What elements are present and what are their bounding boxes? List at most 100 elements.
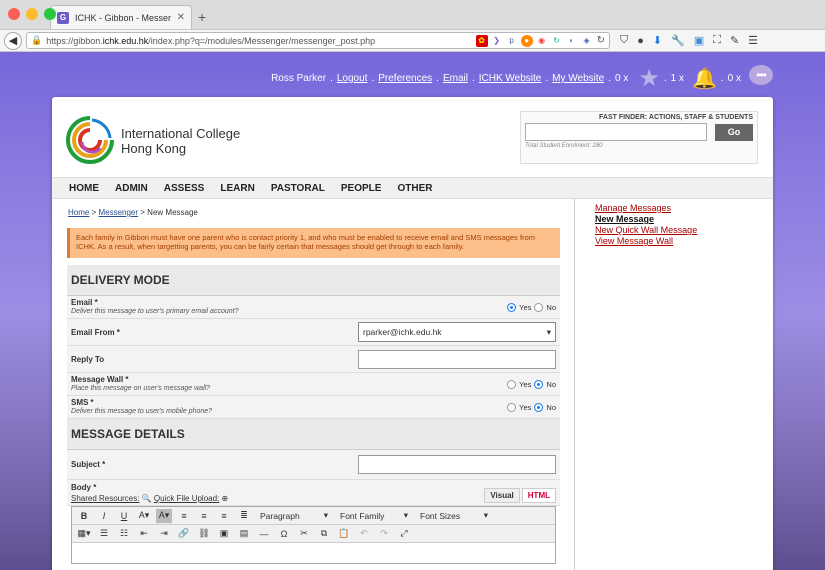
email-link[interactable]: Email	[443, 73, 468, 84]
underline-icon[interactable]: U	[116, 509, 132, 523]
copy-icon[interactable]: ⧉	[316, 527, 332, 541]
eyedropper-icon[interactable]: ✎	[730, 34, 739, 47]
chrome-icon[interactable]: ◉	[536, 35, 548, 47]
star-icon[interactable]: ★	[638, 64, 660, 93]
editor-body[interactable]	[72, 543, 555, 563]
indent-icon[interactable]: ⇥	[156, 527, 172, 541]
tab-visual[interactable]: Visual	[484, 488, 520, 503]
background-color-icon[interactable]: A▾	[156, 508, 172, 523]
pocket-icon[interactable]: ⛉	[620, 34, 628, 47]
finder-go-button[interactable]: Go	[715, 123, 753, 141]
extension-badge-icon[interactable]: ▣	[694, 34, 704, 47]
bold-icon[interactable]: B	[76, 509, 92, 523]
redo-icon[interactable]: ↷	[376, 527, 392, 541]
breadcrumb-home[interactable]: Home	[68, 208, 89, 217]
fullscreen-icon[interactable]: ⤢	[396, 527, 412, 541]
php-icon[interactable]: p	[506, 35, 518, 47]
hk-flag-icon[interactable]: ✿	[475, 34, 488, 47]
sidebar-view-message-wall[interactable]: View Message Wall	[595, 236, 697, 247]
main-content: Home > Messenger > New Message Each fami…	[52, 199, 575, 570]
close-window-button[interactable]	[8, 8, 20, 20]
menu-icon[interactable]: ☰	[748, 34, 758, 47]
bullet-list-icon[interactable]: ☰	[96, 527, 112, 541]
wall-no-radio[interactable]	[534, 379, 544, 389]
paste-icon[interactable]: 📋	[336, 527, 352, 541]
main-card: International College Hong Kong FAST FIN…	[52, 97, 773, 570]
sidebar-quick-wall-message[interactable]: New Quick Wall Message	[595, 225, 697, 236]
minimize-window-button[interactable]	[26, 8, 38, 20]
search-icon[interactable]: 🔍	[142, 494, 152, 503]
sms-yes-radio[interactable]	[507, 402, 517, 412]
crop-icon[interactable]: ⛶	[713, 34, 721, 47]
preferences-link[interactable]: Preferences	[378, 73, 432, 84]
align-left-icon[interactable]: ≡	[176, 509, 192, 523]
text-color-icon[interactable]: A▾	[136, 509, 152, 523]
logout-link[interactable]: Logout	[337, 73, 368, 84]
back-button[interactable]: ◀	[4, 31, 22, 50]
sidebar-manage-messages[interactable]: Manage Messages	[595, 203, 697, 214]
menu-other[interactable]: OTHER	[397, 183, 432, 194]
menu-people[interactable]: PEOPLE	[341, 183, 382, 194]
message-wall-icon[interactable]: •••	[749, 65, 773, 85]
reply-to-label: Reply To	[71, 354, 105, 364]
unlink-icon[interactable]: ⛓	[196, 527, 212, 541]
outdent-icon[interactable]: ⇤	[136, 527, 152, 541]
italic-icon[interactable]: I	[96, 509, 112, 523]
wrench-icon[interactable]: 🔧	[671, 34, 685, 47]
github-icon[interactable]: ●	[637, 35, 644, 47]
wall-yes-radio[interactable]	[507, 379, 517, 389]
ichk-website-link[interactable]: ICHK Website	[479, 73, 542, 84]
mcafee-icon[interactable]: ◈	[581, 35, 593, 47]
my-website-link[interactable]: My Website	[552, 73, 604, 84]
special-char-icon[interactable]: Ω	[276, 527, 292, 541]
image-icon[interactable]: ▣	[216, 527, 232, 541]
browser-tab[interactable]: G ICHK - Gibbon - Messenger ✕	[50, 5, 192, 29]
sidebar-new-message[interactable]: New Message	[595, 214, 697, 225]
media-icon[interactable]: ▤	[236, 527, 252, 541]
theme-icon[interactable]: ◐	[566, 35, 578, 47]
font-family-label: Font Family	[340, 510, 385, 521]
reload-icon[interactable]: ↻	[597, 35, 605, 46]
menu-pastoral[interactable]: PASTORAL	[271, 183, 325, 194]
font-family-select[interactable]: Font Family ▾	[336, 509, 412, 522]
breadcrumb-messenger[interactable]: Messenger	[98, 208, 138, 217]
menu-learn[interactable]: LEARN	[220, 183, 254, 194]
college-logo-icon[interactable]	[62, 112, 118, 168]
align-right-icon[interactable]: ≡	[216, 509, 232, 523]
quick-upload-label: Quick File Upload:	[153, 494, 220, 503]
menu-home[interactable]: HOME	[69, 183, 99, 194]
numbered-list-icon[interactable]: ☷	[116, 527, 132, 541]
email-description: Deliver this message to user's primary e…	[71, 308, 239, 315]
email-from-select[interactable]: rparker@ichk.edu.hk ▾	[358, 322, 556, 342]
tab-html[interactable]: HTML	[521, 488, 556, 503]
align-justify-icon[interactable]: ≣	[236, 509, 252, 523]
link-icon[interactable]: 🔗	[176, 527, 192, 541]
reload-ext-icon[interactable]: ↻	[551, 35, 563, 47]
phpstorm-icon[interactable]: ❯	[491, 35, 503, 47]
email-yes-radio[interactable]	[507, 302, 517, 312]
close-tab-icon[interactable]: ✕	[177, 12, 185, 23]
font-sizes-select[interactable]: Font Sizes ▾	[416, 509, 492, 522]
add-file-icon[interactable]: ⊕	[222, 494, 229, 503]
college-line-2: Hong Kong	[121, 141, 187, 156]
paragraph-select[interactable]: Paragraph ▾	[256, 509, 332, 522]
subject-input[interactable]	[358, 455, 556, 474]
download-icon[interactable]: ⬇	[653, 34, 662, 47]
message-wall-description: Place this message on user's message wal…	[71, 385, 211, 392]
horizontal-rule-icon[interactable]: —	[256, 527, 272, 541]
email-no-radio[interactable]	[534, 302, 544, 312]
bell-icon[interactable]: 🔔	[692, 66, 717, 91]
sms-no-radio[interactable]	[534, 402, 544, 412]
new-tab-button[interactable]: +	[198, 9, 206, 25]
undo-icon[interactable]: ↶	[356, 527, 372, 541]
maximize-window-button[interactable]	[44, 8, 56, 20]
table-icon[interactable]: ▦▾	[76, 527, 92, 541]
address-bar[interactable]: 🔒 https://gibbon.ichk.edu.hk/index.php?q…	[26, 32, 610, 49]
menu-assess[interactable]: ASSESS	[164, 183, 205, 194]
finder-input[interactable]	[525, 123, 707, 141]
firebug-icon[interactable]: ●	[520, 34, 533, 47]
menu-admin[interactable]: ADMIN	[115, 183, 148, 194]
cut-icon[interactable]: ✂	[296, 527, 312, 541]
reply-to-input[interactable]	[358, 349, 556, 369]
align-center-icon[interactable]: ≡	[196, 509, 212, 523]
